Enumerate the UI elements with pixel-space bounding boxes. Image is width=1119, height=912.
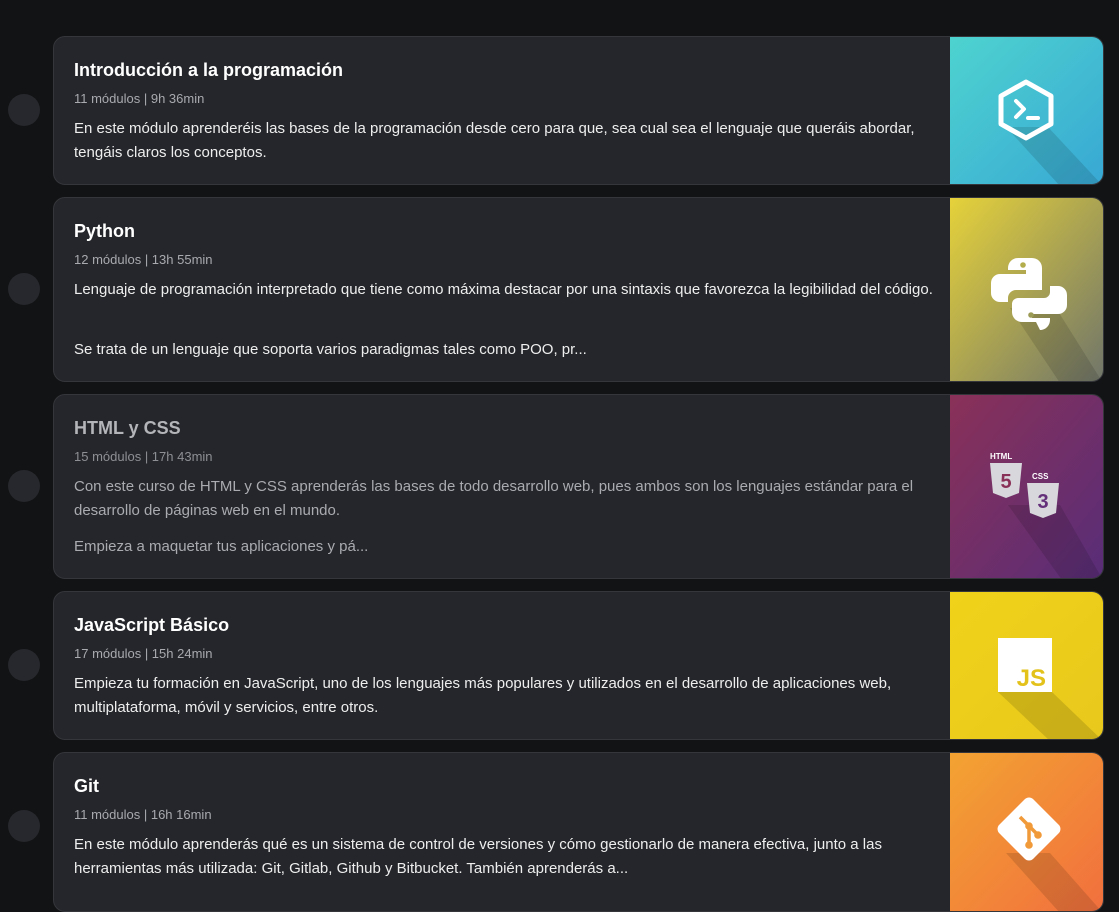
timeline-dot [8,810,40,842]
course-title[interactable]: JavaScript Básico [74,615,229,636]
course-title[interactable]: Introducción a la programación [74,60,343,81]
course-title[interactable]: Git [74,776,99,797]
card-body: HTML y CSS 15 módulos | 17h 43min Con es… [54,395,950,578]
course-meta: 17 módulos | 15h 24min [74,646,213,661]
course-description-extra: Empieza a maquetar tus aplicaciones y pá… [74,538,369,555]
course-title[interactable]: Python [74,221,135,242]
course-description: Empieza tu formación en JavaScript, uno … [74,675,892,716]
course-meta: 15 módulos | 17h 43min [74,449,213,464]
course-meta: 11 módulos | 9h 36min [74,91,205,106]
course-card-python[interactable]: Python 12 módulos | 13h 55min Lenguaje d… [53,197,1104,382]
course-description-extra: Se trata de un lenguaje que soporta vari… [74,341,587,358]
course-title[interactable]: HTML y CSS [74,418,181,439]
javascript-icon: JS [950,592,1103,739]
html-css-icon: HTML 5 CSS 3 [950,395,1103,578]
course-thumbnail[interactable]: JS [950,592,1103,739]
css-label: CSS [1032,472,1049,481]
svg-text:5: 5 [1000,471,1011,493]
course-meta: 12 módulos | 13h 55min [74,252,213,267]
course-thumbnail[interactable] [950,37,1103,184]
course-meta: 11 módulos | 16h 16min [74,807,212,822]
js-label: JS [1017,665,1046,692]
course-description: En este módulo aprenderás qué es un sist… [74,836,882,877]
course-card-html-css[interactable]: HTML y CSS 15 módulos | 17h 43min Con es… [53,394,1104,579]
course-thumbnail[interactable] [950,198,1103,381]
card-body: Python 12 módulos | 13h 55min Lenguaje d… [54,198,950,381]
git-icon [950,753,1103,911]
course-thumbnail[interactable]: HTML 5 CSS 3 [950,395,1103,578]
course-card-javascript[interactable]: JavaScript Básico 17 módulos | 15h 24min… [53,591,1104,740]
course-thumbnail[interactable] [950,753,1103,911]
course-card-intro-programming[interactable]: Introducción a la programación 11 módulo… [53,36,1104,185]
terminal-icon [950,37,1103,184]
timeline-dot [8,94,40,126]
card-body: Introducción a la programación 11 módulo… [54,37,950,184]
timeline-dot [8,649,40,681]
timeline-dot [8,470,40,502]
course-description: Lenguaje de programación interpretado qu… [74,281,933,298]
svg-text:3: 3 [1037,491,1048,513]
card-body: Git 11 módulos | 16h 16min En este módul… [54,753,950,911]
course-description: En este módulo aprenderéis las bases de … [74,120,915,161]
course-card-git[interactable]: Git 11 módulos | 16h 16min En este módul… [53,752,1104,912]
timeline-dot [8,273,40,305]
course-description: Con este curso de HTML y CSS aprenderás … [74,478,914,519]
html-label: HTML [990,452,1012,461]
python-icon [950,198,1103,381]
card-body: JavaScript Básico 17 módulos | 15h 24min… [54,592,950,739]
